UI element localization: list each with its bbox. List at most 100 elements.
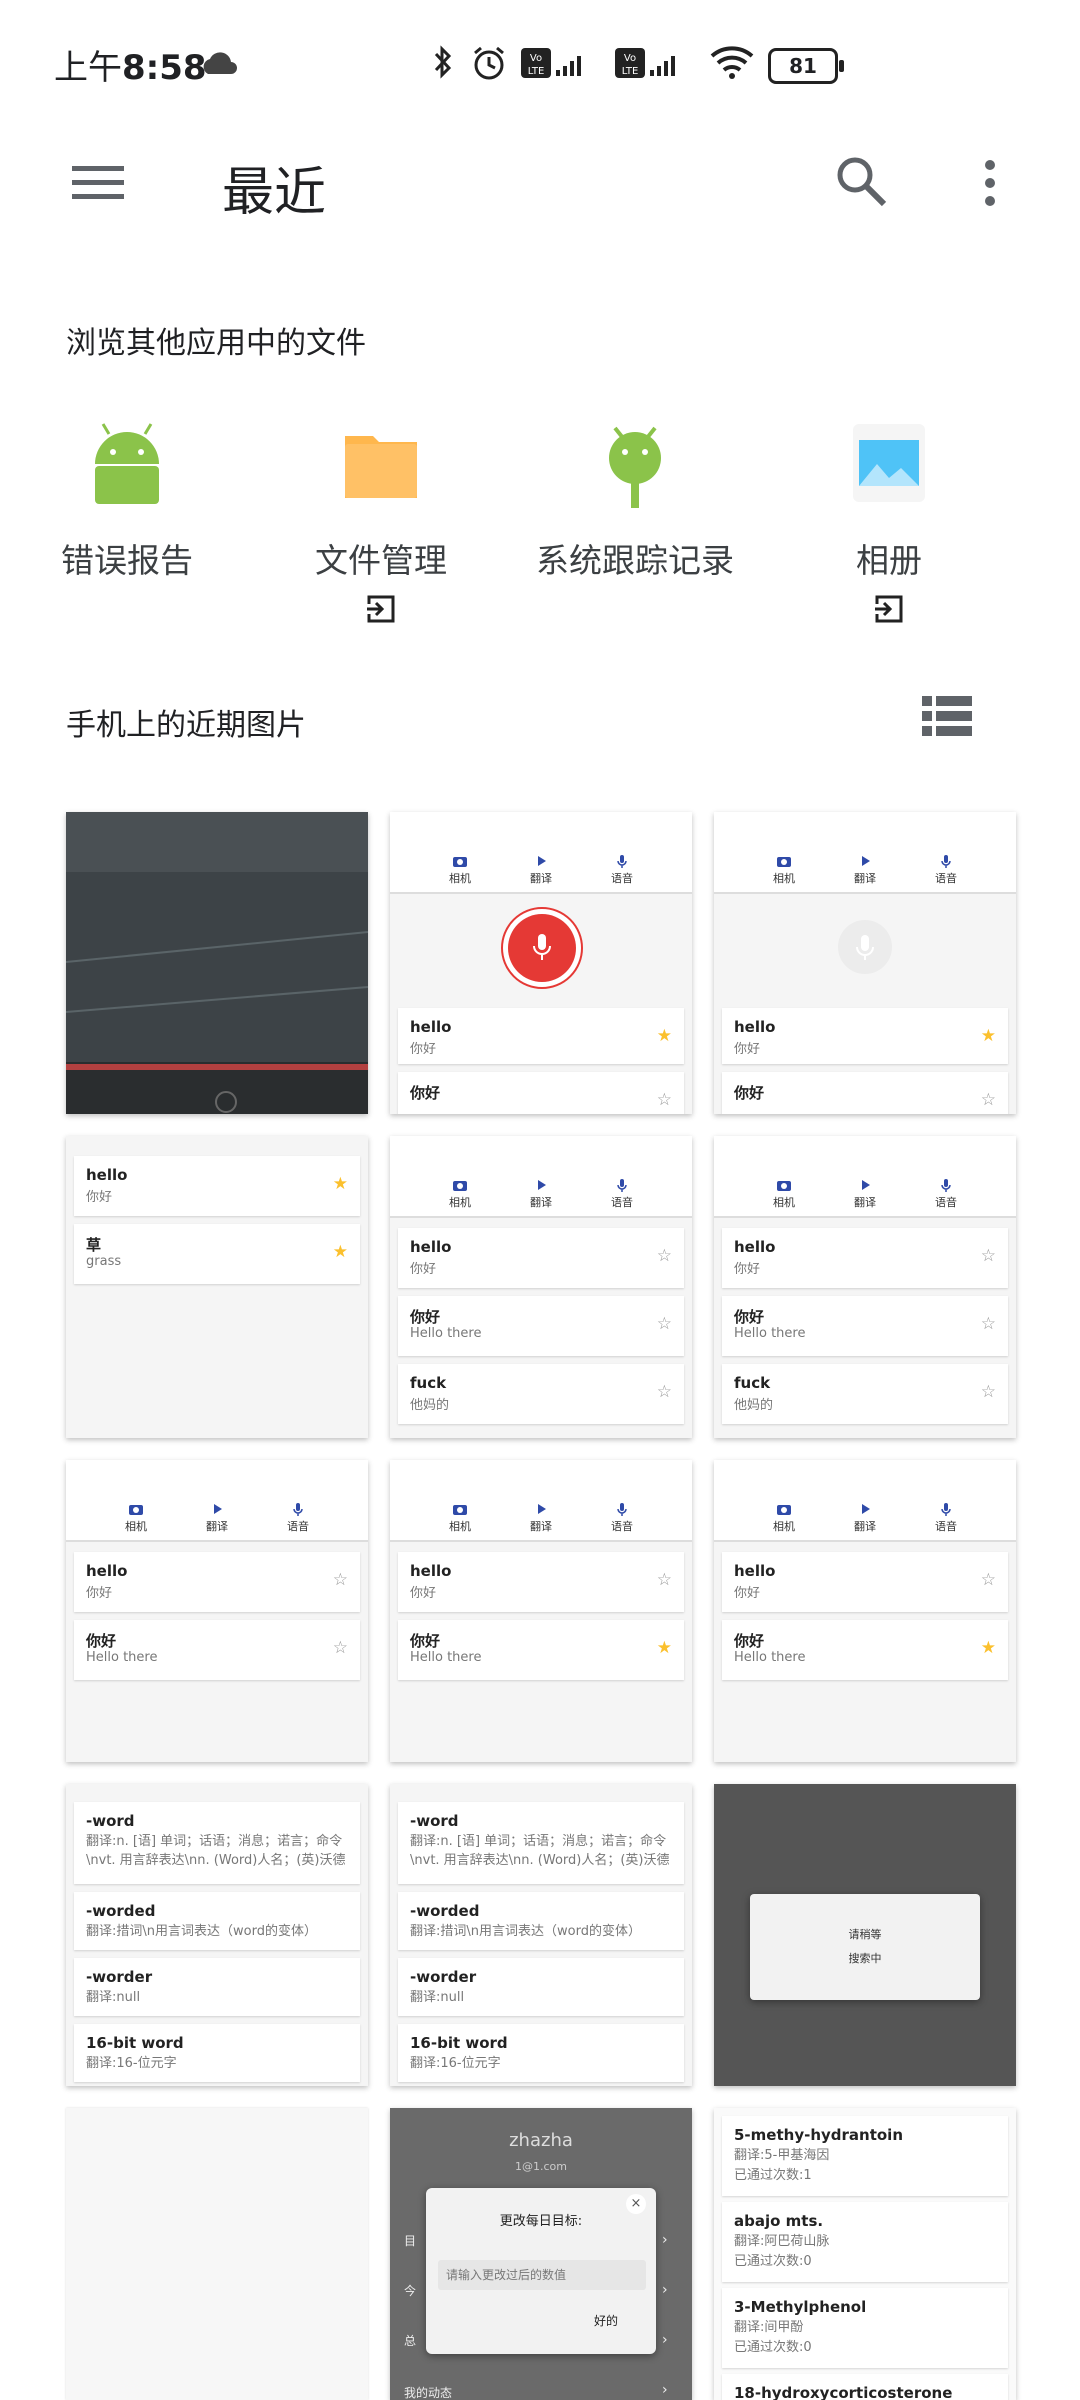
thumbnail-search-dialog[interactable]: 请稍等 搜索中 bbox=[714, 1784, 1016, 2086]
play-icon bbox=[538, 1504, 546, 1514]
app-gallery[interactable]: 相册 bbox=[764, 420, 1014, 628]
word-card: hello 你好 ☆ bbox=[722, 1228, 1008, 1288]
thumbnail-photo[interactable] bbox=[66, 812, 368, 1114]
word-card: hello 你好 ★ bbox=[398, 1008, 684, 1064]
tab-camera: 相机 bbox=[754, 854, 814, 886]
mic-icon bbox=[941, 1503, 951, 1516]
android-icon bbox=[95, 423, 159, 504]
camera-icon bbox=[777, 1505, 791, 1515]
star-icon: ★ bbox=[980, 1026, 996, 1046]
profile-name: zhazha bbox=[509, 2130, 573, 2151]
profile-row: 今 bbox=[404, 2284, 417, 2298]
thumbnail-word-list[interactable]: 相机 翻译 语音 hello 你好 ☆ 你好 Hello there ☆ bbox=[66, 1460, 368, 1762]
word-card: fuck 他妈的 ☆ bbox=[722, 1364, 1008, 1424]
word-card: 你好 Hello there ★ bbox=[398, 1620, 684, 1680]
thumbnail-dictionary[interactable]: -word 翻译:n. [语] 单词；话语；消息；诺言；命令\nvt. 用言辞表达… bbox=[390, 1784, 692, 2086]
play-icon bbox=[538, 1180, 546, 1190]
thumbnail-goal-dialog[interactable]: zhazha 1@1.com 目 今 总 我的动态 › › › › 更改每日目标… bbox=[390, 2108, 692, 2400]
thumbnail-voice-active[interactable]: 相机 翻译 语音 hello 你好 ★ 你好 ☆ bbox=[390, 812, 692, 1114]
word-card: 你好 Hello there ★ bbox=[722, 1620, 1008, 1680]
star-outline-icon: ☆ bbox=[980, 1314, 996, 1334]
list-view-icon[interactable] bbox=[922, 694, 972, 738]
dialog-title: 更改每日目标: bbox=[499, 2214, 583, 2229]
thumbnail-study-list[interactable]: 5-methy-hydrantoin 翻译:5-甲基海因 已通过次数:1 abajo… bbox=[714, 2108, 1016, 2400]
camera-icon bbox=[453, 1505, 467, 1515]
star-outline-icon: ☆ bbox=[656, 1090, 672, 1110]
star-icon: ★ bbox=[656, 1638, 672, 1658]
tab-translate: 翻译 bbox=[511, 1178, 571, 1210]
play-icon bbox=[538, 856, 546, 866]
dict-entry: 16-bit word 翻译:16-位元字 bbox=[74, 2024, 360, 2082]
svg-text:LTE: LTE bbox=[528, 66, 545, 77]
tab-translate: 翻译 bbox=[835, 854, 895, 886]
tab-camera: 相机 bbox=[754, 1178, 814, 1210]
thumbnail-word-list[interactable]: 相机 翻译 语音 hello 你好 ☆ 你好 Hello there ★ bbox=[390, 1460, 692, 1762]
thumbnail-voice-idle[interactable]: 相机 翻译 语音 hello 你好 ★ 你好 ☆ bbox=[714, 812, 1016, 1114]
star-outline-icon: ☆ bbox=[332, 1638, 348, 1658]
word-card: hello 你好 ☆ bbox=[74, 1552, 360, 1612]
app-system-trace[interactable]: 系统跟踪记录 bbox=[510, 420, 760, 582]
word-card: fuck 他妈的 ☆ bbox=[398, 1364, 684, 1424]
thumbnail-blank[interactable] bbox=[66, 2108, 368, 2400]
camera-icon bbox=[453, 1181, 467, 1191]
word-card: 草 grass ★ bbox=[74, 1224, 360, 1284]
chevron-right-icon: › bbox=[662, 2332, 668, 2348]
recent-section-title: 手机上的近期图片 bbox=[66, 708, 306, 743]
app-label: 相册 bbox=[856, 541, 922, 580]
profile-row: 我的动态 bbox=[404, 2386, 453, 2400]
mic-button-idle bbox=[838, 920, 892, 974]
thumbnail-word-list[interactable]: 相机 翻译 语音 hello 你好 ☆ 你好 Hello there ☆ fuck 他妈的… bbox=[714, 1136, 1016, 1438]
app-bug-report[interactable]: 错误报告 bbox=[2, 420, 252, 582]
tab-camera: 相机 bbox=[430, 1178, 490, 1210]
word-card: 你好 Hello there ☆ bbox=[74, 1620, 360, 1680]
thumbnail-word-list[interactable]: 相机 翻译 语音 hello 你好 ☆ 你好 Hello there ★ bbox=[714, 1460, 1016, 1762]
svg-text:Vo: Vo bbox=[624, 53, 636, 64]
star-icon: ★ bbox=[332, 1242, 348, 1262]
search-icon[interactable] bbox=[834, 154, 888, 208]
goal-input[interactable]: 请输入更改过后的数值 bbox=[438, 2260, 646, 2290]
word-card: 你好 ☆ bbox=[398, 1072, 684, 1114]
app-file-manager[interactable]: 文件管理 bbox=[256, 420, 506, 628]
thumbnail-dictionary[interactable]: -word 翻译:n. [语] 单词；话语；消息；诺言；命令\nvt. 用言辞表达… bbox=[66, 1784, 368, 2086]
tab-translate: 翻译 bbox=[835, 1502, 895, 1534]
dict-entry: -worder 翻译:null bbox=[398, 1958, 684, 2016]
study-entry: 18-hydroxycorticosterone bbox=[722, 2374, 1008, 2400]
menu-icon[interactable] bbox=[72, 162, 124, 202]
study-entry: 3-Methylphenol 翻译:间甲酚 已通过次数:0 bbox=[722, 2288, 1008, 2368]
tab-bar: 相机 翻译 语音 bbox=[390, 812, 692, 894]
tab-translate: 翻译 bbox=[511, 854, 571, 886]
chevron-right-icon: › bbox=[662, 2282, 668, 2298]
loading-dialog: 请稍等 搜索中 bbox=[750, 1894, 980, 2000]
thumbnail-favorites[interactable]: hello 你好 ★ 草 grass ★ bbox=[66, 1136, 368, 1438]
tab-translate: 翻译 bbox=[511, 1502, 571, 1534]
volte-signal-icon-1: Vo LTE bbox=[521, 48, 581, 78]
alarm-icon bbox=[474, 46, 504, 80]
dict-entry: -worded 翻译:措词\n用言词表达（word的变体） bbox=[398, 1892, 684, 1950]
star-outline-icon: ☆ bbox=[656, 1382, 672, 1402]
camera-icon bbox=[453, 857, 467, 867]
tab-bar: 相机 翻译 语音 bbox=[714, 1460, 1016, 1542]
star-outline-icon: ☆ bbox=[656, 1314, 672, 1334]
camera-icon bbox=[129, 1505, 143, 1515]
tab-bar: 相机 翻译 语音 bbox=[66, 1460, 368, 1542]
word-card: hello 你好 ☆ bbox=[398, 1228, 684, 1288]
close-icon[interactable]: × bbox=[626, 2194, 646, 2214]
ok-button[interactable]: 好的 bbox=[594, 2312, 618, 2329]
dialog-line: 搜索中 bbox=[848, 1952, 882, 1965]
cloud-icon bbox=[203, 52, 237, 74]
dict-entry: -word 翻译:n. [语] 单词；话语；消息；诺言；命令\nvt. 用言辞表达… bbox=[398, 1802, 684, 1884]
thumbnail-word-list[interactable]: 相机 翻译 语音 hello 你好 ☆ 你好 Hello there ☆ fuck 他妈的… bbox=[390, 1136, 692, 1438]
tab-voice: 语音 bbox=[592, 854, 652, 886]
star-outline-icon: ☆ bbox=[980, 1246, 996, 1266]
star-icon: ★ bbox=[332, 1174, 348, 1194]
tab-voice: 语音 bbox=[592, 1178, 652, 1210]
more-options-icon[interactable] bbox=[980, 158, 1000, 208]
svg-text:LTE: LTE bbox=[622, 66, 639, 77]
chevron-right-icon: › bbox=[662, 2232, 668, 2248]
camera-icon bbox=[777, 857, 791, 867]
tab-bar: 相机 翻译 语音 bbox=[714, 812, 1016, 894]
tab-translate: 翻译 bbox=[835, 1178, 895, 1210]
android-head-icon bbox=[609, 426, 661, 508]
word-card: hello 你好 ☆ bbox=[398, 1552, 684, 1612]
tab-translate: 翻译 bbox=[187, 1502, 247, 1534]
